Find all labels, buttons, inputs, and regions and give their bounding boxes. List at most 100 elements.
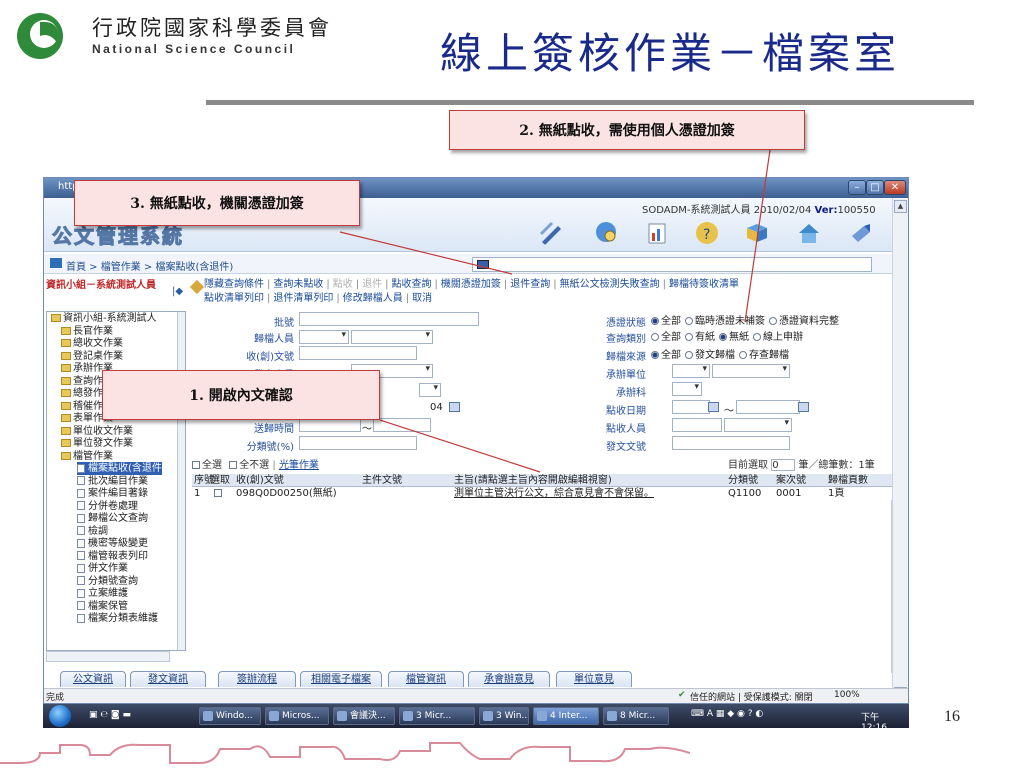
archiver-name-select[interactable] bbox=[351, 330, 433, 344]
taskbar-button[interactable]: 8 Micr... bbox=[603, 707, 669, 725]
home-icon[interactable] bbox=[796, 220, 822, 246]
archiver-select[interactable] bbox=[299, 330, 349, 344]
receive-date-from[interactable] bbox=[672, 400, 710, 414]
tree-horizontal-scrollbar[interactable] bbox=[46, 651, 170, 662]
tree-item[interactable]: 檔案分類表維護 bbox=[77, 612, 158, 625]
tab-5[interactable]: 承會辦意見 bbox=[468, 671, 550, 687]
return-time-from[interactable] bbox=[299, 418, 361, 432]
table-row[interactable]: 1 098Q0D00250(無紙) 測單位主管決行公文，綜合意見會不會保留。 Q110… bbox=[192, 487, 892, 500]
book-icon[interactable] bbox=[744, 220, 770, 246]
receiver-input[interactable] bbox=[672, 418, 722, 432]
action-link[interactable]: 退件 bbox=[362, 279, 382, 290]
action-link[interactable]: 點收清單列印 bbox=[204, 293, 264, 304]
radio-label[interactable]: 發文歸檔 bbox=[695, 350, 735, 361]
column-header[interactable]: 收(創)文號 bbox=[236, 474, 284, 487]
taskbar-button[interactable]: 3 Win... bbox=[479, 707, 529, 725]
tree-scrollbar[interactable] bbox=[177, 312, 185, 650]
radio-button[interactable] bbox=[769, 317, 777, 325]
action-link[interactable]: 取消 bbox=[412, 293, 432, 304]
receive-date-to[interactable] bbox=[736, 400, 800, 414]
radio-label[interactable]: 有紙 bbox=[695, 332, 715, 343]
receive-date-to-calendar-icon[interactable] bbox=[798, 402, 809, 412]
radio-label[interactable]: 存查歸檔 bbox=[749, 350, 789, 361]
deselect-all-label[interactable]: 全不選 bbox=[239, 460, 269, 471]
radio-button[interactable] bbox=[685, 333, 693, 341]
radio-label[interactable]: 憑證資料完整 bbox=[779, 316, 839, 327]
radio-label[interactable]: 全部 bbox=[661, 350, 681, 361]
column-header[interactable]: 分類號 bbox=[728, 474, 758, 487]
tree-item[interactable]: 機密等級變更 bbox=[77, 537, 148, 550]
start-button[interactable] bbox=[49, 705, 71, 727]
select-all-checkbox[interactable] bbox=[192, 461, 200, 469]
collapse-tree-icon[interactable]: |◆ bbox=[172, 286, 183, 297]
receive-date-from-calendar-icon[interactable] bbox=[708, 402, 719, 412]
page-scrollbar[interactable]: ▲ ▼ bbox=[892, 198, 908, 703]
logout-icon[interactable] bbox=[848, 220, 874, 246]
radio-button[interactable] bbox=[753, 333, 761, 341]
taskbar-button[interactable]: 3 Micr... bbox=[399, 707, 475, 725]
taskbar-button[interactable]: 會議決... bbox=[333, 707, 395, 725]
breadcrumb[interactable]: 首頁 > 檔管作業 > 檔案點收(含退件) bbox=[66, 258, 233, 273]
doc-number-input[interactable] bbox=[299, 346, 417, 360]
receiver-select[interactable] bbox=[724, 418, 792, 432]
tree-item[interactable]: 檢調 bbox=[77, 525, 108, 538]
dept-select[interactable] bbox=[712, 364, 790, 378]
class-number-input[interactable] bbox=[299, 436, 417, 450]
tree-item[interactable]: 立案維護 bbox=[77, 587, 128, 600]
tab-1[interactable]: 發文資訊 bbox=[130, 671, 206, 687]
quick-launch-icons[interactable]: ▣ ℮ ◙ ▬ bbox=[89, 710, 131, 720]
row-select-checkbox[interactable] bbox=[214, 489, 222, 497]
action-link[interactable]: 退件清單列印 bbox=[273, 293, 333, 304]
tree-item[interactable]: 檔管報表列印 bbox=[77, 550, 148, 563]
minimize-button[interactable]: – bbox=[848, 180, 866, 195]
table-cell[interactable]: 測單位主管決行公文，綜合意見會不會保留。 bbox=[454, 487, 654, 500]
radio-label[interactable]: 線上申辦 bbox=[763, 332, 803, 343]
tree-item[interactable]: 單位發文作業 bbox=[61, 437, 133, 450]
radio-button[interactable] bbox=[651, 333, 659, 341]
tab-6[interactable]: 單位意見 bbox=[556, 671, 632, 687]
radio-button[interactable] bbox=[685, 351, 693, 359]
radio-button[interactable] bbox=[685, 317, 693, 325]
action-link[interactable]: 點收 bbox=[333, 279, 353, 290]
tab-4[interactable]: 檔管資訊 bbox=[388, 671, 464, 687]
light-pen-link[interactable]: 光筆作業 bbox=[279, 460, 319, 471]
tree-item[interactable]: 檔案保管 bbox=[77, 600, 128, 613]
tree-item[interactable]: 歸檔公文查詢 bbox=[77, 512, 148, 525]
deselect-all-checkbox[interactable] bbox=[229, 461, 238, 469]
action-link[interactable]: 無紙公文檢測失敗查詢 bbox=[560, 279, 660, 290]
column-header[interactable]: 主旨(請點選主旨內容開啟編輯視窗) bbox=[454, 474, 612, 487]
taskbar-button[interactable]: Micros... bbox=[265, 707, 329, 725]
tab-3[interactable]: 相關電子檔案 bbox=[300, 671, 382, 687]
action-link[interactable]: 退件查詢 bbox=[510, 279, 550, 290]
radio-label[interactable]: 臨時憑證未補簽 bbox=[695, 316, 765, 327]
taskbar-button[interactable]: 4 Inter... bbox=[533, 707, 599, 725]
tree-item[interactable]: 檔管作業 bbox=[61, 450, 113, 463]
report-chart-icon[interactable] bbox=[644, 220, 670, 246]
calendar-icon[interactable] bbox=[449, 402, 460, 412]
tree-item[interactable]: 登記桌作業 bbox=[61, 350, 123, 363]
tab-2[interactable]: 簽辦流程 bbox=[218, 671, 296, 687]
hidden-select[interactable] bbox=[419, 383, 441, 397]
sign-pen-icon[interactable] bbox=[538, 220, 564, 246]
column-header[interactable]: 選取 bbox=[210, 474, 230, 487]
close-button[interactable]: ✕ bbox=[884, 180, 906, 195]
breadcrumb-home-icon[interactable] bbox=[50, 258, 62, 268]
tree-item[interactable]: 案件編目著錄 bbox=[77, 487, 148, 500]
tab-0[interactable]: 公文資訊 bbox=[60, 671, 126, 687]
action-link[interactable]: 查詢未點收 bbox=[273, 279, 323, 290]
action-link[interactable]: 修改歸檔人員 bbox=[343, 293, 403, 304]
tray-icons[interactable]: ⌨ A ▦ ◆ ◉ ? ◐ bbox=[691, 709, 763, 719]
column-header[interactable]: 歸檔頁數 bbox=[828, 474, 868, 487]
action-link[interactable]: 機關憑證加簽 bbox=[441, 279, 501, 290]
send-number-input[interactable] bbox=[672, 436, 790, 450]
help-icon[interactable]: ? bbox=[694, 220, 720, 246]
radio-label[interactable]: 全部 bbox=[661, 332, 681, 343]
radio-button[interactable] bbox=[651, 351, 659, 359]
select-all-label[interactable]: 全選 bbox=[202, 460, 222, 471]
tree-item[interactable]: 資訊小組-系統測試人 bbox=[51, 312, 157, 325]
tree-item[interactable]: 分類號查詢 bbox=[77, 575, 138, 588]
action-link[interactable]: 點收查詢 bbox=[392, 279, 432, 290]
tree-item[interactable]: 總收文作業 bbox=[61, 337, 123, 350]
action-link[interactable]: 歸檔待簽收清單 bbox=[669, 279, 739, 290]
radio-button[interactable] bbox=[739, 351, 747, 359]
